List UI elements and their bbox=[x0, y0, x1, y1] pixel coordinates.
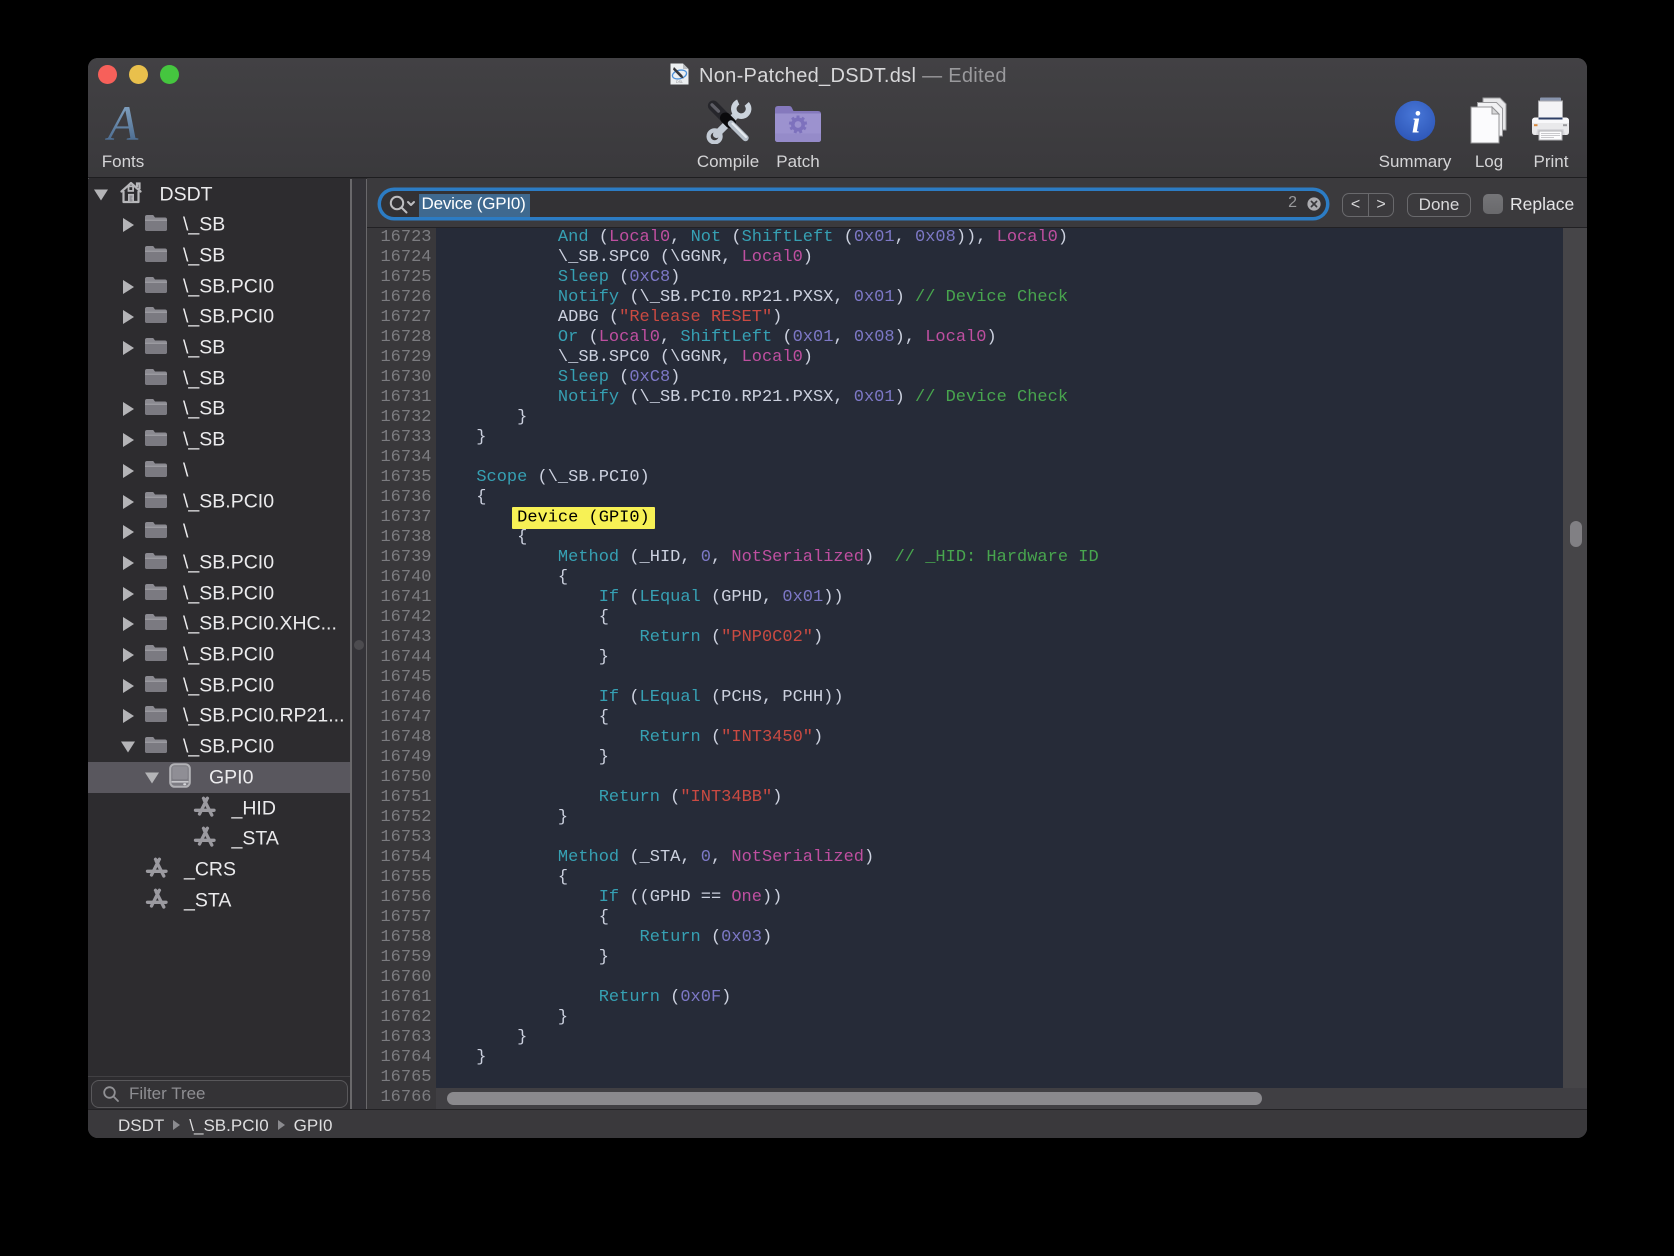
svg-text:i: i bbox=[1412, 105, 1421, 140]
svg-text:DSL: DSL bbox=[676, 80, 683, 84]
